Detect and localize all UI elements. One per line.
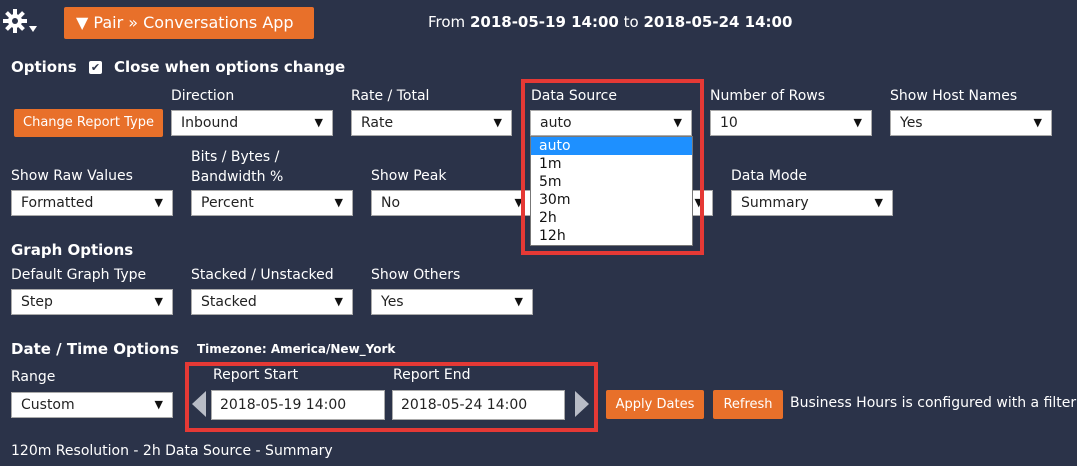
default-graph-type-value: Step [21,294,53,310]
show-raw-values-label: Show Raw Values [11,168,133,184]
gear-menu[interactable] [2,8,40,38]
show-peak-select[interactable]: No ▼ [371,190,533,216]
chevron-down-icon: ▼ [853,116,862,129]
direction-label: Direction [171,88,235,104]
bits-bytes-label: Bits / Bytes / Bandwidth % [191,147,283,187]
data-source-highlight-box [521,79,704,255]
show-host-names-value: Yes [900,115,923,131]
show-raw-values-select[interactable]: Formatted ▼ [11,190,173,216]
chevron-down-icon: ▼ [154,295,163,308]
chevron-down-icon: ▼ [874,196,883,209]
show-others-select[interactable]: Yes ▼ [371,289,533,315]
direction-value: Inbound [181,115,239,131]
checkbox-checked-icon: ✔ [90,61,101,74]
default-graph-type-label: Default Graph Type [11,267,147,283]
chevron-down-icon: ▼ [154,398,163,411]
range-from-word: From [428,13,466,31]
bits-bytes-value: Percent [201,195,254,211]
number-of-rows-select[interactable]: 10 ▼ [710,110,872,136]
range-select[interactable]: Custom ▼ [11,392,173,418]
show-host-names-label: Show Host Names [890,88,1018,104]
chevron-down-icon [29,26,37,32]
bits-bytes-label-line1: Bits / Bytes / [191,149,280,165]
chevron-down-icon: ▼ [334,295,343,308]
stacked-select[interactable]: Stacked ▼ [191,289,353,315]
bits-bytes-label-line2: Bandwidth % [191,169,284,185]
timezone-text: Timezone: America/New_York [197,342,396,356]
chevron-down-icon: ▼ [493,116,502,129]
gear-icon [3,9,37,33]
stacked-label: Stacked / Unstacked [191,267,334,283]
refresh-button[interactable]: Refresh [713,390,783,419]
close-when-change-label: Close when options change [114,58,346,76]
show-raw-values-value: Formatted [21,195,94,211]
rate-total-select[interactable]: Rate ▼ [351,110,512,136]
rate-total-value: Rate [361,115,394,131]
show-host-names-select[interactable]: Yes ▼ [890,110,1052,136]
show-peak-value: No [381,195,401,211]
data-mode-value: Summary [741,195,809,211]
graph-options-title: Graph Options [11,241,134,259]
range-start-text: 2018-05-19 14:00 [469,13,619,31]
range-label: Range [11,369,56,385]
close-when-change-checkbox[interactable]: ✔ [89,61,102,74]
number-of-rows-value: 10 [720,115,738,131]
options-title: Options [11,58,77,76]
chevron-down-icon: ▼ [334,196,343,209]
range-to-word: to [623,13,639,31]
rate-total-label: Rate / Total [351,88,430,104]
report-dates-highlight-box [185,362,598,432]
app-selector-button[interactable]: ▼ Pair » Conversations App [64,7,314,39]
bits-bytes-select[interactable]: Percent ▼ [191,190,353,216]
stacked-value: Stacked [201,294,257,310]
chevron-down-icon: ▼ [1033,116,1042,129]
chevron-down-icon: ▼ [514,295,523,308]
range-end-text: 2018-05-24 14:00 [643,13,793,31]
range-value: Custom [21,397,75,413]
direction-select[interactable]: Inbound ▼ [171,110,333,136]
show-others-label: Show Others [371,267,461,283]
resolution-status: 120m Resolution - 2h Data Source - Summa… [11,443,333,459]
business-hours-note: Business Hours is configured with a filt… [790,395,1077,411]
apply-dates-button[interactable]: Apply Dates [606,390,704,419]
report-range-title: From 2018-05-19 14:00 to 2018-05-24 14:0… [428,13,792,31]
data-mode-label: Data Mode [731,168,808,184]
default-graph-type-select[interactable]: Step ▼ [11,289,173,315]
show-others-value: Yes [381,294,404,310]
number-of-rows-label: Number of Rows [710,88,826,104]
chevron-down-icon: ▼ [154,196,163,209]
chevron-down-icon: ▼ [314,116,323,129]
change-report-type-button[interactable]: Change Report Type [14,109,163,137]
data-mode-select[interactable]: Summary ▼ [731,190,893,216]
date-time-options-title: Date / Time Options [11,340,179,358]
show-peak-label: Show Peak [371,168,447,184]
